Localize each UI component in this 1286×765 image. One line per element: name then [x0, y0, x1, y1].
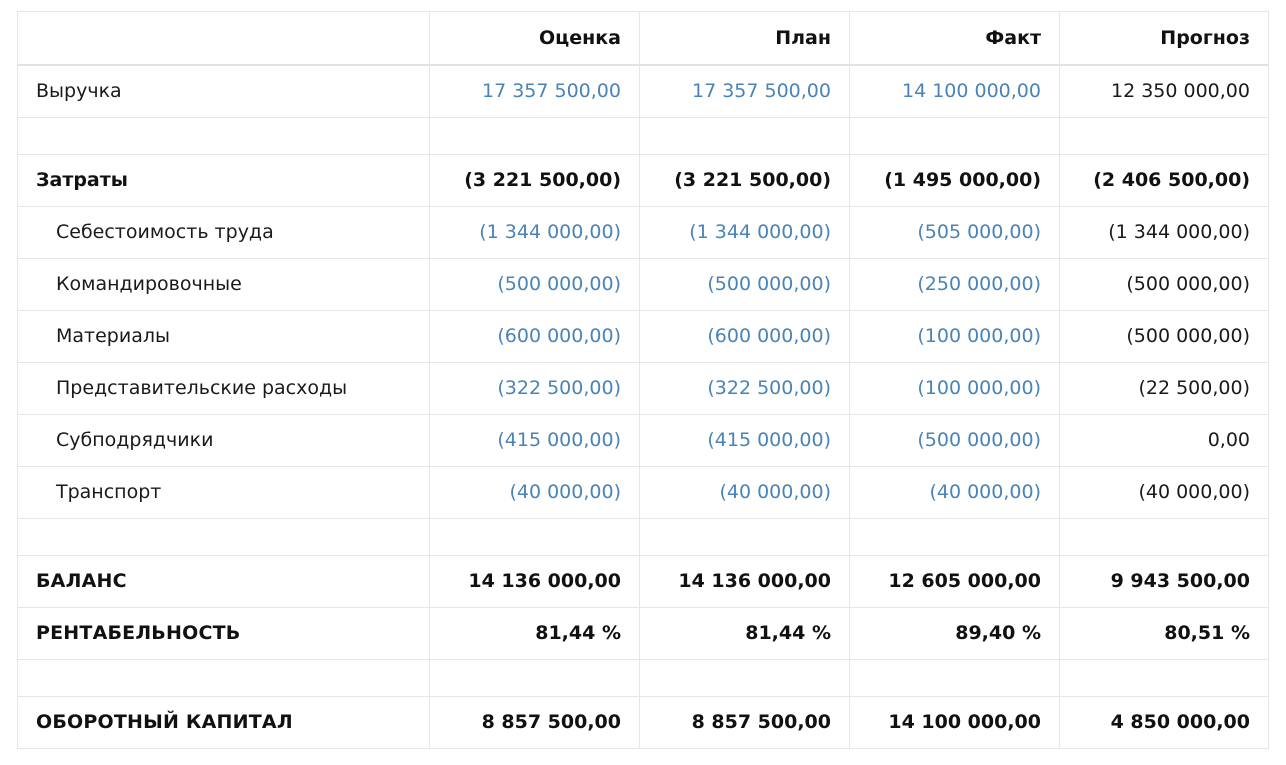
- financial-summary-table-container: Оценка План Факт Прогноз Выручка 17 357 …: [17, 11, 1269, 749]
- header-row: Оценка План Факт Прогноз: [17, 11, 1269, 66]
- travel-plan-link[interactable]: (500 000,00): [639, 257, 850, 311]
- table-row-working-capital: ОБОРОТНЫЙ КАПИТАЛ 8 857 500,00 8 857 500…: [17, 695, 1269, 749]
- subcontractors-actual-link[interactable]: (500 000,00): [849, 413, 1060, 467]
- row-label: Себестоимость труда: [17, 205, 430, 259]
- materials-forecast-value: (500 000,00): [1059, 309, 1269, 363]
- entertainment-actual-link[interactable]: (100 000,00): [849, 361, 1060, 415]
- table-row-costs: Затраты (3 221 500,00) (3 221 500,00) (1…: [17, 153, 1269, 207]
- header-plan: План: [639, 11, 850, 66]
- labor-estimate-link[interactable]: (1 344 000,00): [429, 205, 640, 259]
- materials-actual-link[interactable]: (100 000,00): [849, 309, 1060, 363]
- row-label: ОБОРОТНЫЙ КАПИТАЛ: [17, 695, 430, 749]
- profitability-plan-value: 81,44 %: [639, 606, 850, 660]
- table-row-revenue: Выручка 17 357 500,00 17 357 500,00 14 1…: [17, 64, 1269, 118]
- travel-actual-link[interactable]: (250 000,00): [849, 257, 1060, 311]
- labor-forecast-value: (1 344 000,00): [1059, 205, 1269, 259]
- spacer-row: [17, 658, 1269, 697]
- profitability-estimate-value: 81,44 %: [429, 606, 640, 660]
- transport-actual-link[interactable]: (40 000,00): [849, 465, 1060, 519]
- labor-actual-link[interactable]: (505 000,00): [849, 205, 1060, 259]
- header-estimate: Оценка: [429, 11, 640, 66]
- row-label: БАЛАНС: [17, 554, 430, 608]
- spacer-row: [17, 116, 1269, 155]
- row-label: РЕНТАБЕЛЬНОСТЬ: [17, 606, 430, 660]
- table-row-entertainment: Представительские расходы (322 500,00) (…: [17, 361, 1269, 415]
- table-row-balance: БАЛАНС 14 136 000,00 14 136 000,00 12 60…: [17, 554, 1269, 608]
- revenue-actual-link[interactable]: 14 100 000,00: [849, 64, 1060, 118]
- balance-forecast-value: 9 943 500,00: [1059, 554, 1269, 608]
- entertainment-estimate-link[interactable]: (322 500,00): [429, 361, 640, 415]
- table-row-travel: Командировочные (500 000,00) (500 000,00…: [17, 257, 1269, 311]
- table-row-subcontractors: Субподрядчики (415 000,00) (415 000,00) …: [17, 413, 1269, 467]
- row-label: Представительские расходы: [17, 361, 430, 415]
- costs-plan-value: (3 221 500,00): [639, 153, 850, 207]
- revenue-plan-link[interactable]: 17 357 500,00: [639, 64, 850, 118]
- travel-estimate-link[interactable]: (500 000,00): [429, 257, 640, 311]
- working-capital-estimate-value: 8 857 500,00: [429, 695, 640, 749]
- subcontractors-forecast-value: 0,00: [1059, 413, 1269, 467]
- table-row-transport: Транспорт (40 000,00) (40 000,00) (40 00…: [17, 465, 1269, 519]
- profitability-forecast-value: 80,51 %: [1059, 606, 1269, 660]
- subcontractors-estimate-link[interactable]: (415 000,00): [429, 413, 640, 467]
- working-capital-plan-value: 8 857 500,00: [639, 695, 850, 749]
- financial-summary-table: Оценка План Факт Прогноз Выручка 17 357 …: [17, 11, 1269, 749]
- costs-estimate-value: (3 221 500,00): [429, 153, 640, 207]
- balance-estimate-value: 14 136 000,00: [429, 554, 640, 608]
- entertainment-forecast-value: (22 500,00): [1059, 361, 1269, 415]
- spacer-row: [17, 517, 1269, 556]
- row-label: Материалы: [17, 309, 430, 363]
- subcontractors-plan-link[interactable]: (415 000,00): [639, 413, 850, 467]
- working-capital-actual-value: 14 100 000,00: [849, 695, 1060, 749]
- table-row-materials: Материалы (600 000,00) (600 000,00) (100…: [17, 309, 1269, 363]
- profitability-actual-value: 89,40 %: [849, 606, 1060, 660]
- table-row-labor-cost: Себестоимость труда (1 344 000,00) (1 34…: [17, 205, 1269, 259]
- header-label-cell: [17, 11, 430, 66]
- header-actual: Факт: [849, 11, 1060, 66]
- materials-estimate-link[interactable]: (600 000,00): [429, 309, 640, 363]
- transport-estimate-link[interactable]: (40 000,00): [429, 465, 640, 519]
- costs-forecast-value: (2 406 500,00): [1059, 153, 1269, 207]
- table-row-profitability: РЕНТАБЕЛЬНОСТЬ 81,44 % 81,44 % 89,40 % 8…: [17, 606, 1269, 660]
- header-forecast: Прогноз: [1059, 11, 1269, 66]
- costs-actual-value: (1 495 000,00): [849, 153, 1060, 207]
- row-label: Затраты: [17, 153, 430, 207]
- revenue-estimate-link[interactable]: 17 357 500,00: [429, 64, 640, 118]
- transport-plan-link[interactable]: (40 000,00): [639, 465, 850, 519]
- entertainment-plan-link[interactable]: (322 500,00): [639, 361, 850, 415]
- row-label: Выручка: [17, 64, 430, 118]
- materials-plan-link[interactable]: (600 000,00): [639, 309, 850, 363]
- travel-forecast-value: (500 000,00): [1059, 257, 1269, 311]
- row-label: Командировочные: [17, 257, 430, 311]
- row-label: Субподрядчики: [17, 413, 430, 467]
- row-label: Транспорт: [17, 465, 430, 519]
- working-capital-forecast-value: 4 850 000,00: [1059, 695, 1269, 749]
- balance-actual-value: 12 605 000,00: [849, 554, 1060, 608]
- balance-plan-value: 14 136 000,00: [639, 554, 850, 608]
- labor-plan-link[interactable]: (1 344 000,00): [639, 205, 850, 259]
- revenue-forecast-value: 12 350 000,00: [1059, 64, 1269, 118]
- transport-forecast-value: (40 000,00): [1059, 465, 1269, 519]
